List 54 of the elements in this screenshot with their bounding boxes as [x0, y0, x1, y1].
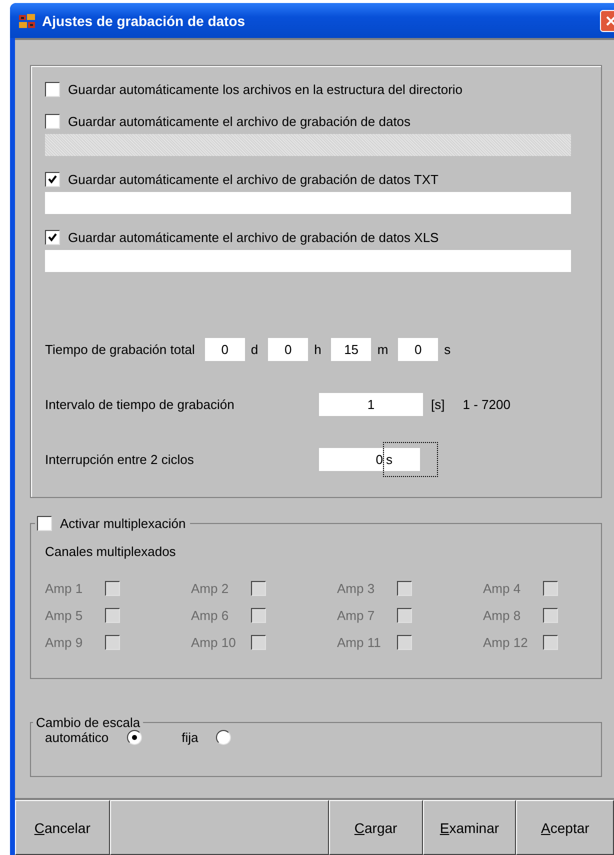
time-field[interactable]: 0 — [268, 338, 308, 361]
time-field[interactable]: 0 — [398, 338, 438, 361]
field-label: Intervalo de tiempo de grabación — [45, 397, 236, 412]
channel-label: Amp 7 — [337, 608, 376, 622]
close-icon — [606, 16, 614, 26]
pause-field[interactable]: 0 — [319, 448, 383, 471]
checkbox-label: Activar multiplexación — [60, 516, 186, 530]
time-field[interactable]: 15 — [331, 338, 372, 361]
unit-label: [s] — [431, 397, 445, 412]
app-icon — [18, 12, 36, 28]
dialog-button[interactable]: Cargar — [328, 800, 423, 855]
radio-label: fija — [182, 730, 198, 745]
file-path-field[interactable] — [45, 250, 571, 272]
unit-label: m — [377, 342, 388, 357]
dialog-button[interactable]: Examinar — [422, 800, 516, 855]
blank-button[interactable] — [110, 800, 329, 855]
channel-label: Amp 3 — [337, 580, 376, 596]
channel-label: Amp 11 — [337, 634, 382, 650]
dialog-button[interactable]: Aceptar — [516, 800, 614, 855]
channel-label: Amp 2 — [191, 580, 230, 596]
checkbox-label: Guardar automáticamente los archivos en la estructura del directorio — [68, 82, 463, 96]
field-label: Tiempo de grabación total — [45, 342, 195, 357]
channel-label: Amp 12 — [483, 634, 529, 650]
checkbox[interactable] — [45, 82, 60, 96]
interval-field[interactable]: 1 — [319, 393, 423, 416]
unit-label: h — [314, 342, 322, 357]
window-title: Ajustes de grabación de datos — [42, 12, 246, 28]
channel-label: Amp 10 — [191, 634, 237, 650]
checkbox[interactable] — [45, 114, 60, 128]
unit-label: s — [444, 342, 451, 357]
checkbox[interactable] — [45, 172, 60, 186]
section-label: Canales multiplexados — [45, 544, 177, 559]
radio-button[interactable] — [126, 730, 142, 745]
checkbox[interactable] — [45, 230, 60, 244]
checkbox[interactable] — [37, 516, 52, 530]
field-label: Interrupción entre 2 ciclos — [45, 452, 195, 467]
unit-label: s — [383, 442, 438, 477]
unit-label: d — [250, 342, 258, 357]
checkbox-label: Guardar automáticamente el archivo de grabación de datos XLS — [68, 230, 439, 244]
checkbox-label: Guardar automáticamente el archivo de grabación de datos — [68, 114, 411, 128]
radio-button[interactable] — [216, 730, 232, 745]
time-field[interactable]: 0 — [204, 338, 245, 361]
channel-label: Amp 6 — [191, 608, 230, 622]
channel-label: Amp 9 — [45, 634, 84, 650]
file-path-field[interactable] — [45, 192, 571, 214]
checkbox-label: Guardar automáticamente el archivo de grabación de datos TXT — [68, 172, 438, 186]
range-label: 1 - 7200 — [462, 397, 510, 412]
radio-label: automático — [45, 730, 109, 745]
dialog-button[interactable]: Cancelar — [15, 800, 110, 855]
channel-label: Amp 1 — [45, 580, 84, 596]
channel-label: Amp 5 — [45, 608, 84, 622]
group-title: Cambio de escala — [35, 715, 142, 730]
channel-label: Amp 4 — [483, 580, 522, 596]
channel-label: Amp 8 — [483, 608, 522, 622]
